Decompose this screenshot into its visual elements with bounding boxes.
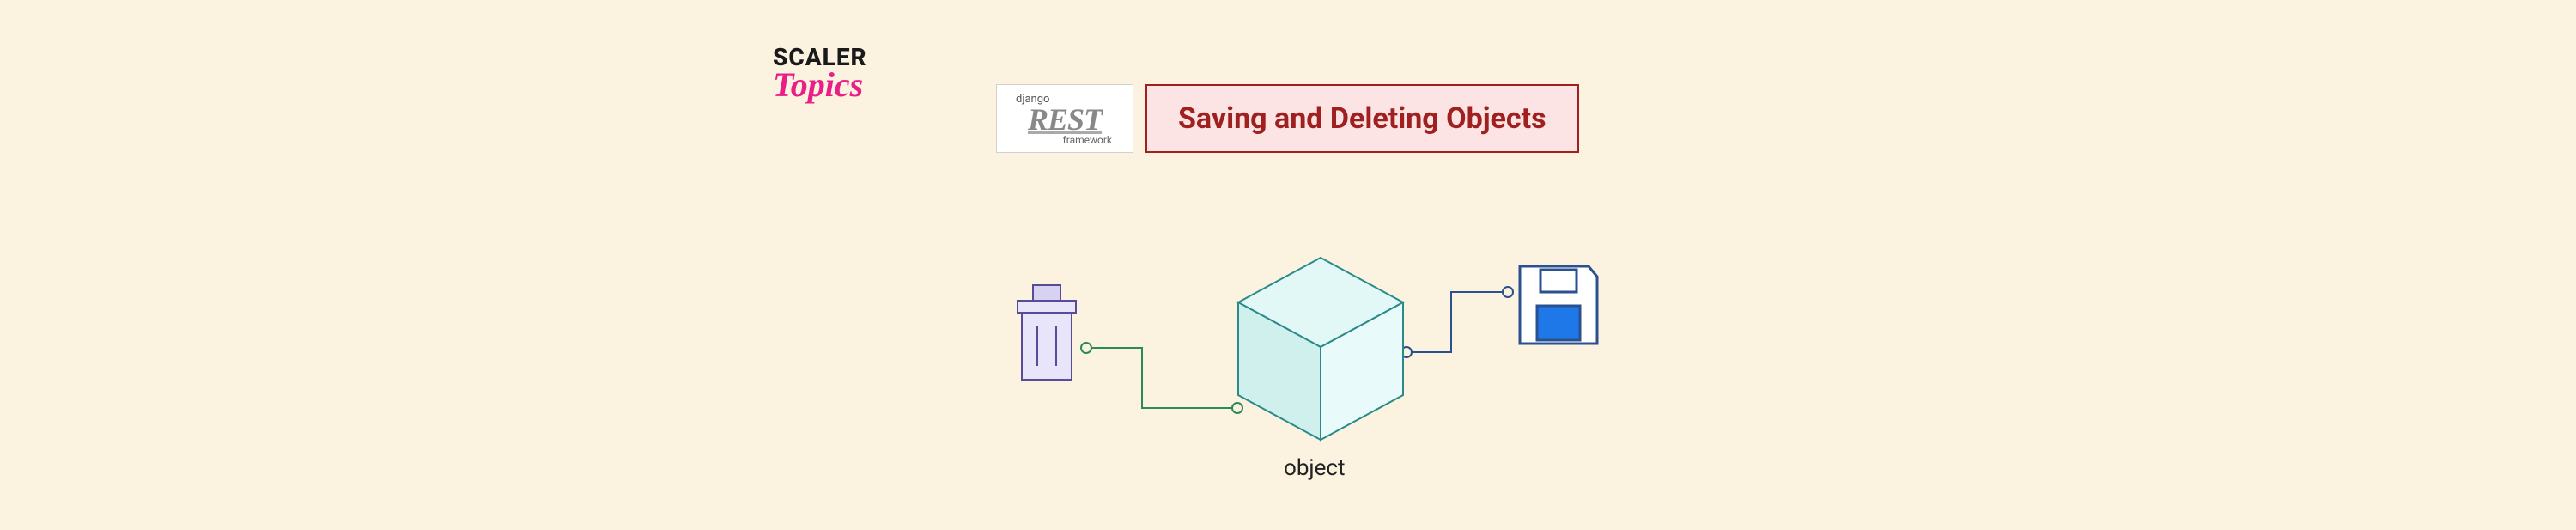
django-rest-badge: django REST framework [996,84,1133,153]
title-box: Saving and Deleting Objects [1145,84,1579,153]
connector-save [1401,287,1513,357]
badge-bottom-text: framework [1063,134,1112,146]
connector-delete [1081,343,1242,413]
badge-main-text: REST [1028,106,1102,133]
logo-topics-text: Topics [773,64,867,105]
trash-icon [1018,285,1076,380]
cube-icon [1238,258,1403,440]
header-row: django REST framework Saving and Deletin… [996,84,1579,153]
diagram-canvas: object [987,241,1606,498]
page-title: Saving and Deleting Objects [1178,101,1546,136]
brand-logo: SCALER Topics [773,43,867,105]
save-icon [1520,266,1597,344]
object-label: object [1284,455,1346,481]
